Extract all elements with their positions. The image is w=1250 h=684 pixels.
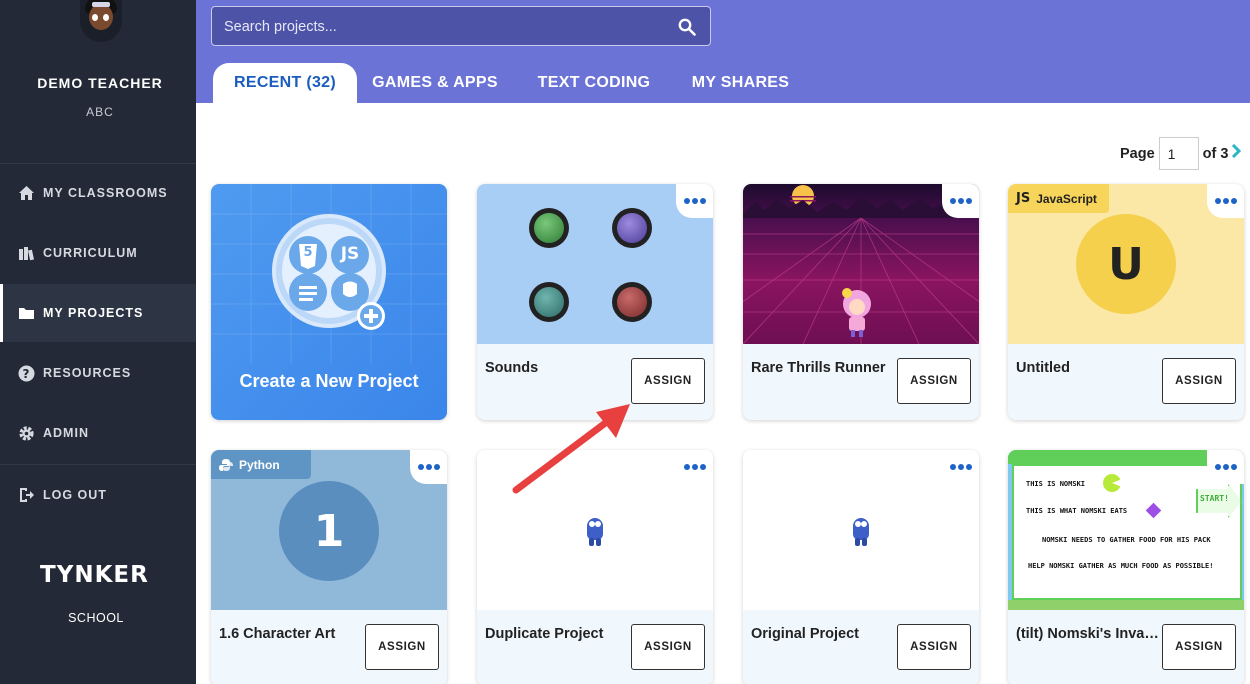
project-card[interactable]: Original Project ASSIGN [743,450,979,684]
tab-games-apps[interactable]: GAMES & APPS [370,63,500,103]
more-options-icon[interactable] [942,184,979,218]
sidebar-item-label: RESOURCES [43,366,132,380]
sidebar-item-curriculum[interactable]: CURRICULUM [0,224,196,282]
assign-button[interactable]: ASSIGN [1162,624,1236,670]
html5-icon-label: 5 [303,245,313,260]
project-title: Rare Thrills Runner [751,360,886,376]
project-card[interactable]: Python 1 1.6 Character Art ASSIGN [211,450,447,684]
sidebar-item-my-projects[interactable]: MY PROJECTS [0,284,196,342]
svg-text:?: ? [22,367,30,381]
more-options-icon[interactable] [942,450,979,484]
project-title: Original Project [751,626,859,642]
project-card[interactable]: JS JavaScript U Untitled ASSIGN [1008,184,1244,420]
more-options-icon[interactable] [1207,184,1244,218]
page-number-input[interactable] [1158,137,1199,170]
home-icon [17,184,35,202]
project-card[interactable]: This is Nomski This is what Nomski eats … [1008,450,1244,684]
sidebar-item-admin[interactable]: ADMIN [0,404,196,462]
folder-icon [17,304,35,322]
pagination: Page of 3 [1120,137,1242,170]
more-options-icon[interactable] [1207,450,1244,484]
logout-icon [17,486,35,504]
more-options-icon[interactable] [410,450,447,484]
more-options-icon[interactable] [676,184,713,218]
thumb-line: This is what Nomski eats [1026,507,1128,515]
sidebar-item-label: ADMIN [43,426,89,440]
language-badge: Python [211,450,311,479]
monster-sprite [850,512,872,546]
tynker-logo-subtitle: SCHOOL [68,611,124,625]
user-name: DEMO TEACHER [37,75,163,91]
sidebar-item-label: CURRICULUM [43,246,138,260]
assign-button[interactable]: ASSIGN [631,358,705,404]
sidebar-item-resources[interactable]: ? RESOURCES [0,344,196,402]
page-total: of 3 [1202,145,1229,162]
assign-button[interactable]: ASSIGN [1162,358,1236,404]
project-title: Sounds [485,360,539,376]
monster-sprite [584,512,606,546]
sidebar: DEMO TEACHER ABC MY CLASSROOMS CURRICULU… [0,0,196,684]
thumb-line: This is Nomski [1026,480,1086,488]
books-icon [17,244,35,262]
language-label: Python [239,457,280,472]
project-initial: 1 [279,481,379,581]
python-icon [219,458,233,472]
search-input[interactable] [224,17,664,37]
project-title: Duplicate Project [485,626,604,642]
thumb-line: Nomski needs to gather food for his pack [1042,536,1211,544]
assign-button[interactable]: ASSIGN [365,624,439,670]
language-badge: JS JavaScript [1008,184,1109,213]
project-card[interactable]: Sounds ASSIGN [477,184,713,420]
start-button-graphic: START! [1200,494,1229,503]
project-title: Untitled [1016,360,1070,376]
tab-recent[interactable]: RECENT (32) [213,63,357,103]
annotation-arrow [512,404,630,494]
assign-button[interactable]: ASSIGN [897,358,971,404]
project-initial: U [1076,214,1176,314]
language-label: JavaScript [1036,191,1097,206]
question-icon: ? [17,364,35,382]
project-title: 1.6 Character Art [219,626,336,642]
chevron-right-icon[interactable] [1231,143,1242,163]
javascript-icon: JS [1016,191,1031,206]
sidebar-item-label: MY PROJECTS [43,306,144,320]
sidebar-item-my-classrooms[interactable]: MY CLASSROOMS [0,164,196,222]
javascript-icon-label: JS [340,244,360,264]
project-card[interactable]: Rare Thrills Runner ASSIGN [743,184,979,420]
create-project-label: Create a New Project [239,371,419,391]
tynker-logo: TYNKER [40,562,149,588]
header: RECENT (32) GAMES & APPS TEXT CODING MY … [196,0,1250,103]
sidebar-item-label: MY CLASSROOMS [43,186,168,200]
create-project-card[interactable]: 5 JS Create a New Project [211,184,447,420]
avatar[interactable] [80,0,122,42]
tab-text-coding[interactable]: TEXT CODING [534,63,654,103]
gear-icon [17,424,35,442]
search-box[interactable] [211,6,711,46]
page-label: Page [1120,145,1155,162]
more-options-icon[interactable] [676,450,713,484]
tab-my-shares[interactable]: MY SHARES [688,63,793,103]
sidebar-item-log-out[interactable]: LOG OUT [0,466,196,524]
user-subtitle: ABC [86,105,114,119]
thumb-line: Help Nomski gather as much food as possi… [1028,562,1214,570]
search-icon[interactable] [678,18,696,36]
assign-button[interactable]: ASSIGN [897,624,971,670]
sidebar-item-label: LOG OUT [43,488,107,502]
project-title: (tilt) Nomski's Invasion [1016,626,1161,642]
assign-button[interactable]: ASSIGN [631,624,705,670]
